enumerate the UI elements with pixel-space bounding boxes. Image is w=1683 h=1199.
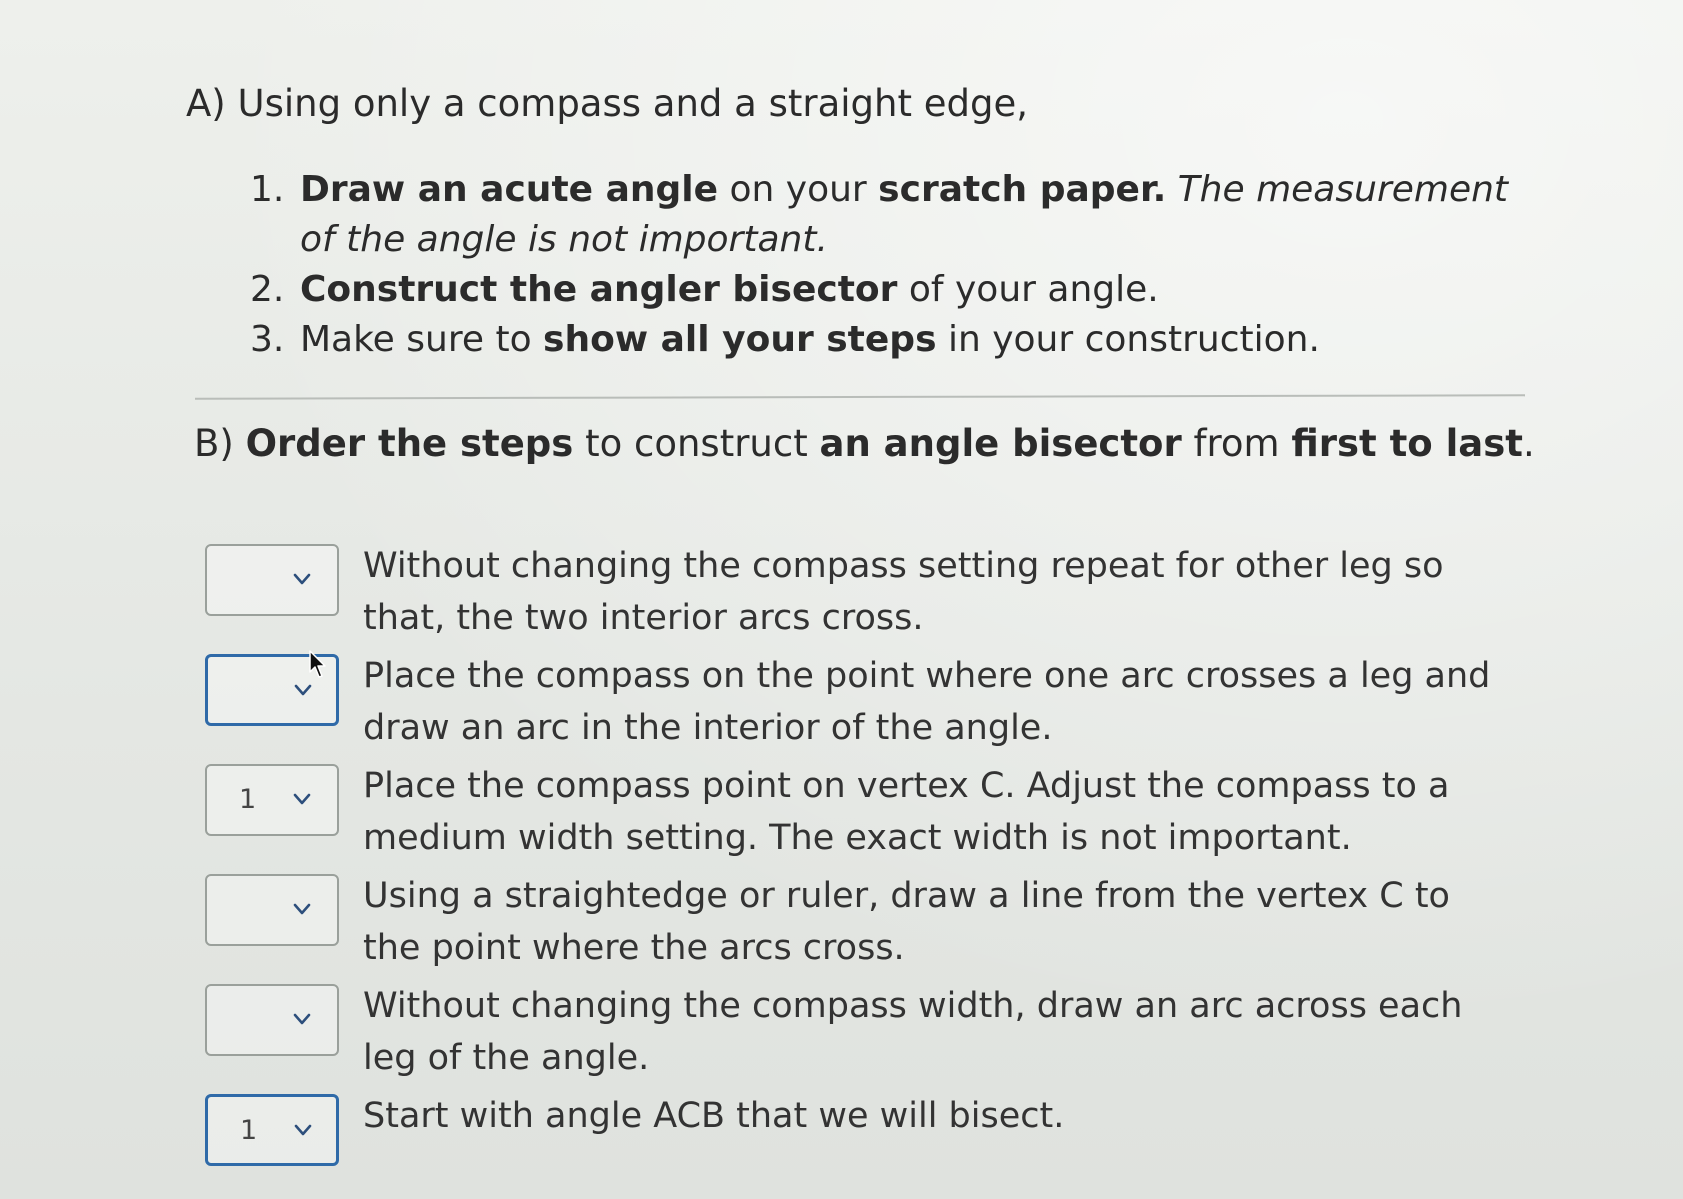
step-text-line-2: the point where the arcs cross. bbox=[363, 928, 905, 968]
order-dropdown-5[interactable] bbox=[205, 984, 339, 1056]
section-divider bbox=[194, 394, 1526, 400]
text-run: an angle bisector bbox=[819, 422, 1182, 465]
chevron-down-icon bbox=[293, 573, 311, 585]
text-run: The measurement bbox=[1166, 169, 1509, 210]
text-run: of the angle is not important. bbox=[300, 219, 828, 260]
part-a-heading: A) Using only a compass and a straight e… bbox=[186, 82, 1029, 125]
text-run: on your bbox=[718, 169, 879, 210]
instruction-2-line-1: Construct the angler bisector of your an… bbox=[300, 265, 1159, 315]
step-text-line-1: Using a straightedge or ruler, draw a li… bbox=[363, 876, 1450, 916]
mouse-cursor-icon bbox=[309, 650, 326, 678]
order-dropdown-4[interactable] bbox=[205, 874, 339, 946]
text-run: to construct bbox=[573, 422, 820, 465]
instruction-number: 2. bbox=[250, 269, 285, 310]
step-text-line-1: Start with angle ACB that we will bisect… bbox=[363, 1096, 1065, 1136]
instruction-number: 3. bbox=[250, 319, 285, 360]
instruction-1-line-1: Draw an acute angle on your scratch pape… bbox=[300, 165, 1508, 215]
step-text-line-2: leg of the angle. bbox=[363, 1038, 650, 1078]
text-run: Construct the angler bisector bbox=[300, 269, 898, 310]
chevron-down-icon bbox=[293, 793, 311, 805]
dropdown-value: 1 bbox=[239, 784, 257, 815]
dropdown-value: 1 bbox=[240, 1115, 258, 1146]
step-text: Place the compass on the point where one… bbox=[363, 650, 1490, 754]
order-dropdown-1[interactable] bbox=[205, 544, 339, 616]
step-text: Place the compass point on vertex C. Adj… bbox=[363, 760, 1450, 864]
chevron-down-icon bbox=[293, 903, 311, 915]
instruction-3-line-1: Make sure to show all your steps in your… bbox=[300, 315, 1320, 365]
step-text: Start with angle ACB that we will bisect… bbox=[363, 1090, 1064, 1142]
step-text: Without changing the compass width, draw… bbox=[363, 980, 1462, 1084]
step-text-line-2: medium width setting. The exact width is… bbox=[363, 818, 1352, 858]
text-run: B) bbox=[194, 422, 246, 465]
chevron-down-icon bbox=[294, 684, 312, 696]
text-run: Make sure to bbox=[300, 319, 544, 360]
order-dropdown-6[interactable]: 1 bbox=[205, 1094, 339, 1166]
instruction-1-line-2: of the angle is not important. bbox=[300, 215, 828, 265]
text-run: Order the steps bbox=[245, 422, 574, 465]
part-b-heading: B) Order the steps to construct an angle… bbox=[194, 420, 1535, 468]
text-run: scratch paper. bbox=[878, 169, 1167, 210]
chevron-down-icon bbox=[294, 1124, 312, 1136]
step-text-line-1: Place the compass on the point where one… bbox=[363, 656, 1491, 696]
step-text-line-2: that, the two interior arcs cross. bbox=[363, 598, 924, 638]
instruction-number: 1. bbox=[250, 169, 285, 210]
step-text-line-2: draw an arc in the interior of the angle… bbox=[363, 708, 1053, 748]
step-text: Without changing the compass setting rep… bbox=[363, 540, 1444, 644]
order-dropdown-3[interactable]: 1 bbox=[205, 764, 339, 836]
text-run: of your angle. bbox=[897, 269, 1159, 310]
step-text-line-1: Without changing the compass width, draw… bbox=[363, 986, 1463, 1026]
text-run: . bbox=[1522, 422, 1535, 465]
text-run: show all your steps bbox=[543, 319, 937, 360]
step-text-line-1: Place the compass point on vertex C. Adj… bbox=[363, 766, 1450, 806]
text-run: first to last bbox=[1291, 422, 1523, 465]
text-run: Draw an acute angle bbox=[300, 169, 719, 210]
text-run: from bbox=[1181, 422, 1292, 465]
step-text-line-1: Without changing the compass setting rep… bbox=[363, 546, 1444, 586]
text-run: in your construction. bbox=[936, 319, 1320, 360]
question-panel: A) Using only a compass and a straight e… bbox=[0, 0, 1683, 1199]
chevron-down-icon bbox=[293, 1013, 311, 1025]
step-text: Using a straightedge or ruler, draw a li… bbox=[363, 870, 1450, 974]
